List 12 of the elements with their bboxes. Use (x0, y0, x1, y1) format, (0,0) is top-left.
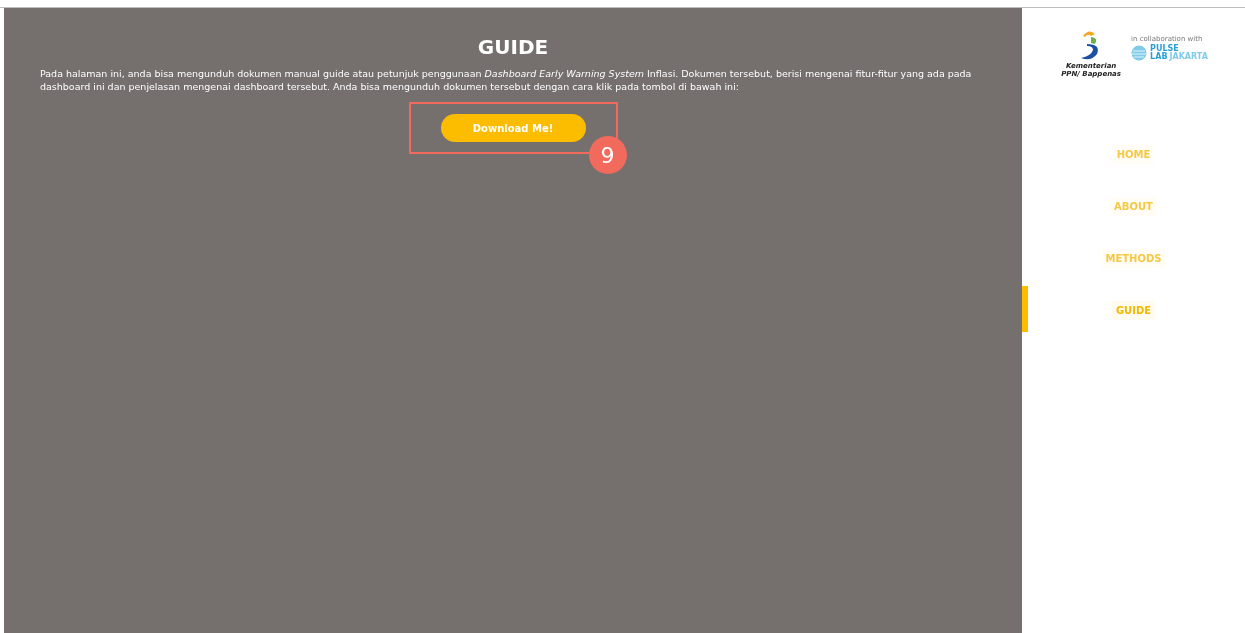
nav-link[interactable]: METHODS (1101, 248, 1166, 268)
nav-link[interactable]: ABOUT (1110, 196, 1157, 216)
lab-text: LAB (1150, 52, 1168, 61)
annotation-badge: 9 (588, 136, 627, 174)
description-paragraph: Pada halaman ini, anda bisa mengunduh dokumen manual guide atau petunjuk penggunaan Dashboard Early Warning System Inflasi. Dokumen tersebut, berisi mengenai fitur-fitur yang ada pada dashboard ini dan penjelasan mengenai dashboard tersebut. Anda bisa mengunduh dokumen tersebut dengan cara klik pada tombol di bawah ini: (40, 67, 973, 93)
download-button[interactable]: Download Me! (440, 114, 586, 142)
pulse-text: PULSE (1150, 44, 1179, 53)
globe-icon (1131, 44, 1148, 61)
nav-link[interactable]: HOME (1112, 144, 1155, 164)
nav-link[interactable]: GUIDE (1111, 300, 1156, 320)
jakarta-text: JAKARTA (1169, 52, 1208, 61)
page-title: GUIDE (477, 35, 549, 59)
